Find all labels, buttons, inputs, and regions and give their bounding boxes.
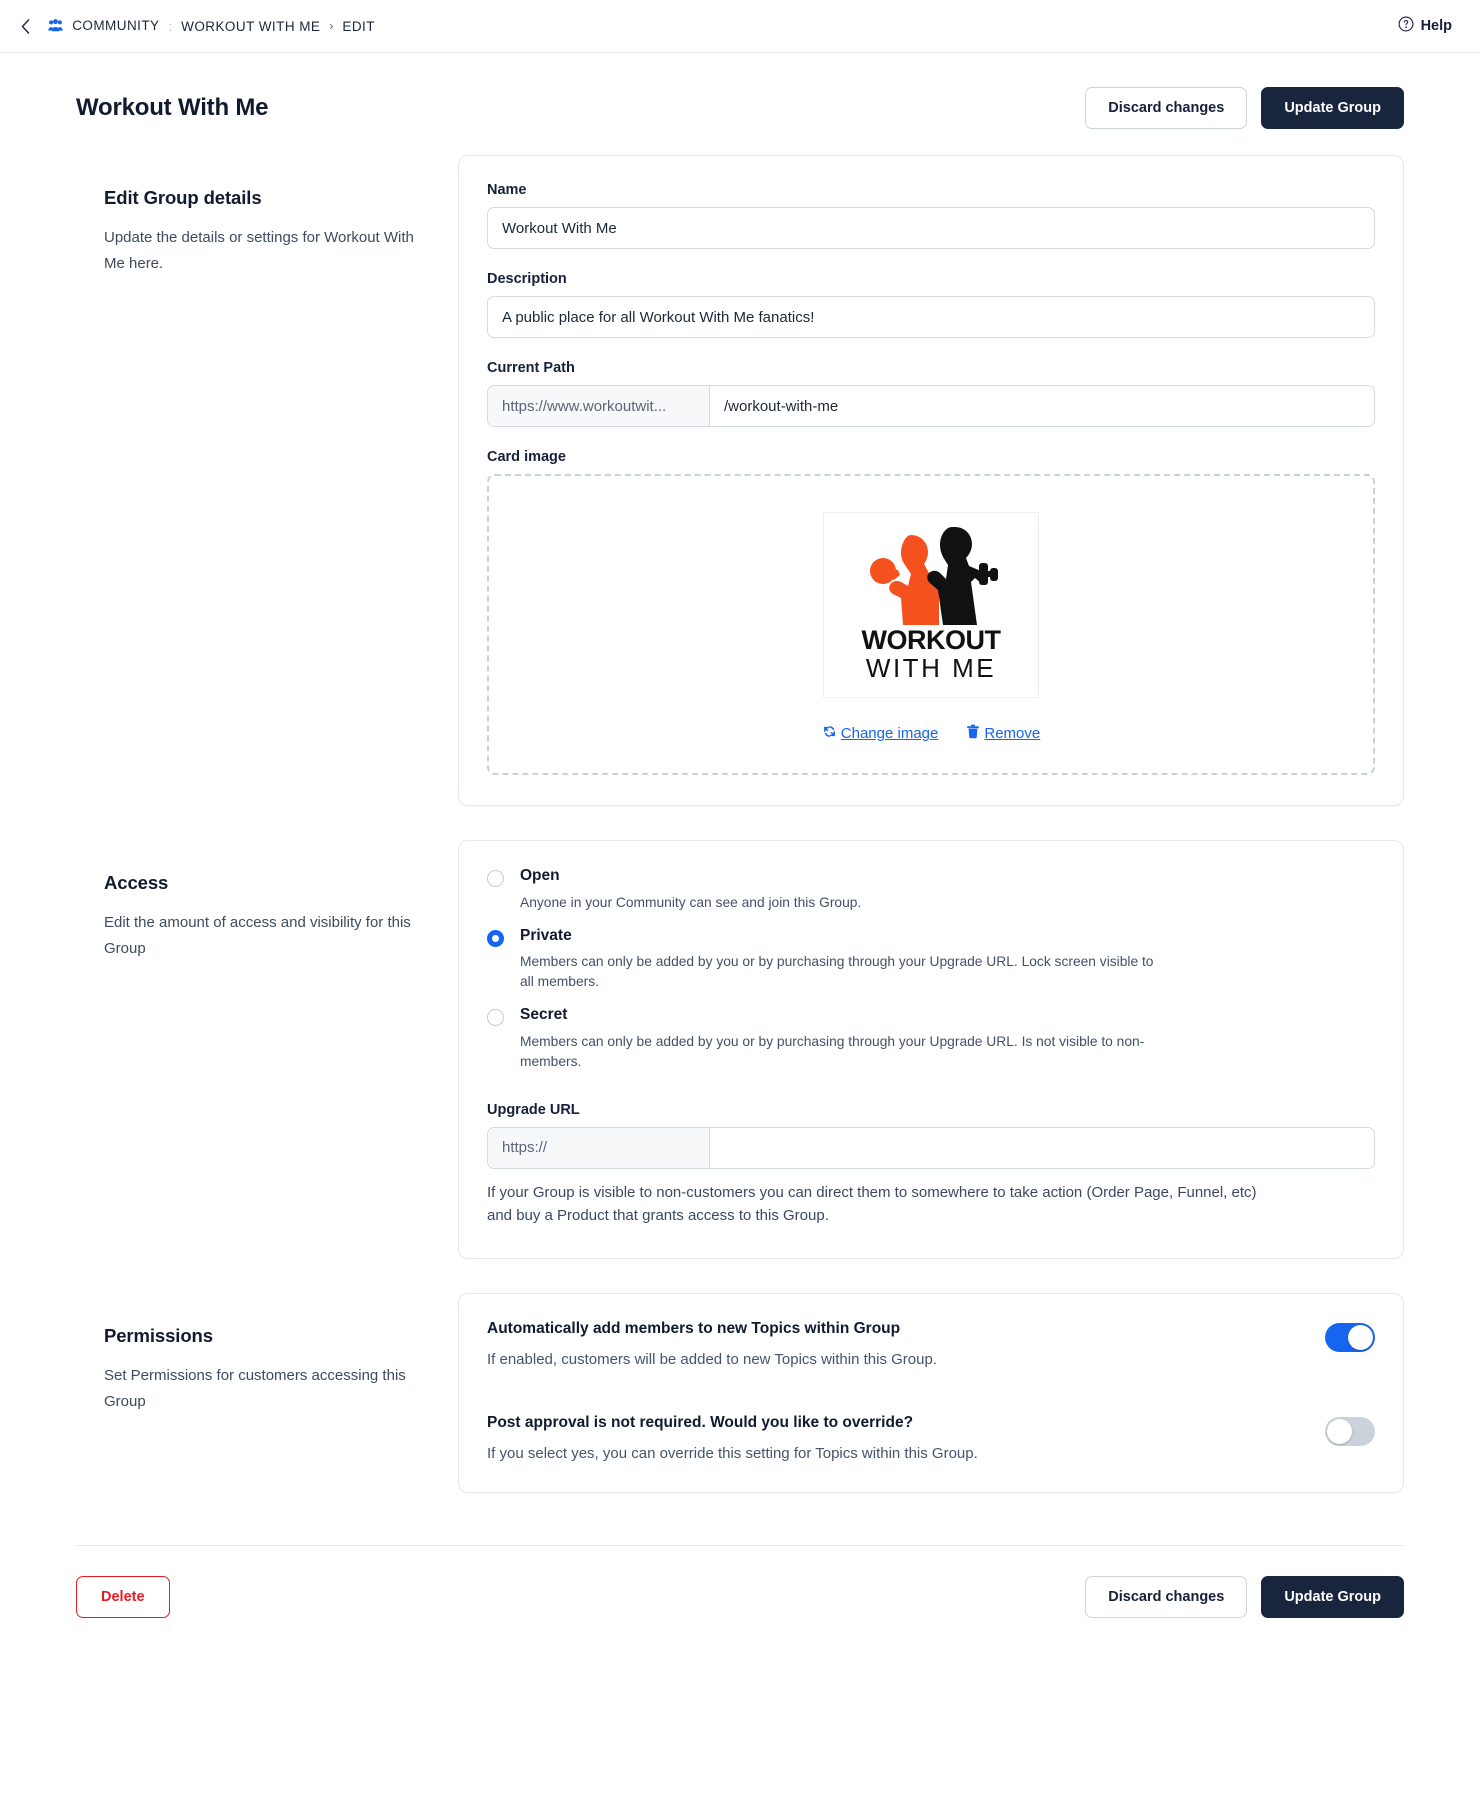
current-path-field: Current Path https://www.workoutwit... xyxy=(487,360,1375,427)
permission-auto-add-desc: If enabled, customers will be added to n… xyxy=(487,1351,937,1369)
breadcrumb: COMMUNITY : WORKOUT WITH ME › EDIT xyxy=(48,18,375,35)
toggle-knob xyxy=(1348,1325,1373,1351)
change-image-label: Change image xyxy=(840,725,939,742)
page-footer: Delete Discard changes Update Group xyxy=(76,1545,1404,1658)
details-aside: Edit Group details Update the details or… xyxy=(76,155,458,278)
current-path-prefix: https://www.workoutwit... xyxy=(488,386,710,426)
toggle-auto-add-members[interactable] xyxy=(1325,1323,1375,1353)
radio-private-label: Private xyxy=(520,926,572,944)
permissions-description: Set Permissions for customers accessing … xyxy=(104,1367,406,1411)
access-option-private[interactable]: Private Members can only be added by you… xyxy=(487,927,1375,993)
current-path-input-group: https://www.workoutwit... xyxy=(487,385,1375,427)
top-bar: COMMUNITY : WORKOUT WITH ME › EDIT Help xyxy=(0,0,1480,53)
card-image-dropzone[interactable]: WORKOUT WITH ME Change image Remove xyxy=(487,474,1375,775)
access-option-secret[interactable]: Secret Members can only be added by you … xyxy=(487,1006,1375,1072)
permissions-card: Automatically add members to new Topics … xyxy=(458,1293,1404,1494)
page-header: Workout With Me Discard changes Update G… xyxy=(0,53,1480,137)
section-permissions: Permissions Set Permissions for customer… xyxy=(76,1293,1404,1527)
logo-line-2: WITH ME xyxy=(865,653,997,683)
help-label: Help xyxy=(1420,18,1452,34)
access-heading: Access xyxy=(104,872,169,893)
section-edit-group-details: Edit Group details Update the details or… xyxy=(76,155,1404,840)
permissions-aside: Permissions Set Permissions for customer… xyxy=(76,1293,458,1416)
breadcrumb-separator-1: : xyxy=(168,18,173,34)
toggle-knob xyxy=(1327,1419,1352,1445)
card-image-label: Card image xyxy=(487,449,566,465)
breadcrumb-item-edit: EDIT xyxy=(342,18,375,34)
remove-image-button[interactable]: Remove xyxy=(966,724,1040,743)
radio-secret[interactable] xyxy=(487,1009,504,1027)
name-input[interactable] xyxy=(487,207,1375,249)
back-chevron-icon[interactable] xyxy=(14,15,36,37)
breadcrumb-item-community[interactable]: COMMUNITY xyxy=(48,18,160,35)
current-path-input[interactable] xyxy=(710,386,1374,426)
radio-private-desc: Members can only be added by you or by p… xyxy=(520,954,1154,990)
workout-logo-art xyxy=(870,527,998,625)
discard-changes-button-bottom[interactable]: Discard changes xyxy=(1085,1576,1248,1619)
upgrade-url-input-group: https:// xyxy=(487,1126,1375,1169)
access-aside: Access Edit the amount of access and vis… xyxy=(76,840,458,963)
description-field: Description xyxy=(487,271,1375,338)
permissions-heading: Permissions xyxy=(104,1325,213,1347)
section-access: Access Edit the amount of access and vis… xyxy=(76,840,1404,1293)
radio-secret-label: Secret xyxy=(520,1006,568,1024)
radio-secret-desc: Members can only be added by you or by p… xyxy=(520,1033,1145,1069)
logo-line-1: WORKOUT xyxy=(861,625,1001,655)
upgrade-url-field: Upgrade URL https:// If your Group is vi… xyxy=(487,1102,1375,1228)
details-description: Update the details or settings for Worko… xyxy=(104,229,414,273)
access-card: Open Anyone in your Community can see an… xyxy=(458,840,1404,1260)
permission-row-auto-add: Automatically add members to new Topics … xyxy=(487,1320,1375,1368)
page-header-actions: Discard changes Update Group xyxy=(1085,87,1404,129)
permission-post-approval-desc: If you select yes, you can override this… xyxy=(487,1445,978,1463)
radio-open[interactable] xyxy=(487,870,504,887)
upgrade-url-label: Upgrade URL xyxy=(487,1101,580,1118)
name-label: Name xyxy=(487,182,527,198)
remove-image-label: Remove xyxy=(984,725,1041,742)
page-content: Edit Group details Update the details or… xyxy=(0,137,1480,1527)
people-icon xyxy=(48,18,63,35)
radio-private[interactable] xyxy=(487,929,504,947)
card-image-preview: WORKOUT WITH ME xyxy=(823,512,1039,698)
current-path-label: Current Path xyxy=(487,360,575,376)
radio-open-desc: Anyone in your Community can see and joi… xyxy=(520,894,862,910)
radio-open-label: Open xyxy=(520,867,560,884)
description-input[interactable] xyxy=(487,296,1375,338)
permission-row-post-approval: Post approval is not required. Would you… xyxy=(487,1414,1375,1462)
access-description: Edit the amount of access and visibility… xyxy=(104,914,411,958)
card-image-actions: Change image Remove xyxy=(822,724,1040,743)
question-circle-icon xyxy=(1398,16,1414,37)
details-card: Name Description Current Path https://ww… xyxy=(458,155,1404,806)
permission-auto-add-title: Automatically add members to new Topics … xyxy=(487,1320,901,1338)
upgrade-url-input[interactable] xyxy=(710,1127,1374,1168)
breadcrumb-item-group[interactable]: WORKOUT WITH ME xyxy=(181,19,320,34)
discard-changes-button-top[interactable]: Discard changes xyxy=(1085,87,1248,129)
footer-actions: Discard changes Update Group xyxy=(1085,1576,1404,1619)
update-group-button-top[interactable]: Update Group xyxy=(1261,87,1404,129)
update-group-button-bottom[interactable]: Update Group xyxy=(1261,1576,1404,1619)
breadcrumb-label-community: COMMUNITY xyxy=(72,17,160,33)
page-title: Workout With Me xyxy=(76,94,269,121)
upgrade-url-prefix: https:// xyxy=(488,1127,710,1168)
refresh-icon xyxy=(822,724,837,743)
name-field: Name xyxy=(487,182,1375,249)
card-image-field: Card image WORKOUT WITH ME Change image … xyxy=(487,449,1375,775)
change-image-button[interactable]: Change image xyxy=(822,724,939,743)
trash-icon xyxy=(966,724,980,743)
permission-post-approval-title: Post approval is not required. Would you… xyxy=(487,1414,914,1432)
help-button[interactable]: Help xyxy=(1398,16,1452,37)
delete-button[interactable]: Delete xyxy=(76,1576,170,1619)
access-option-open[interactable]: Open Anyone in your Community can see an… xyxy=(487,867,1375,913)
upgrade-url-help: If your Group is visible to non-customer… xyxy=(487,1183,1257,1225)
toggle-post-approval-override[interactable] xyxy=(1325,1417,1375,1447)
description-label: Description xyxy=(487,271,567,287)
details-heading: Edit Group details xyxy=(104,187,262,208)
breadcrumb-separator-2: › xyxy=(329,19,334,33)
